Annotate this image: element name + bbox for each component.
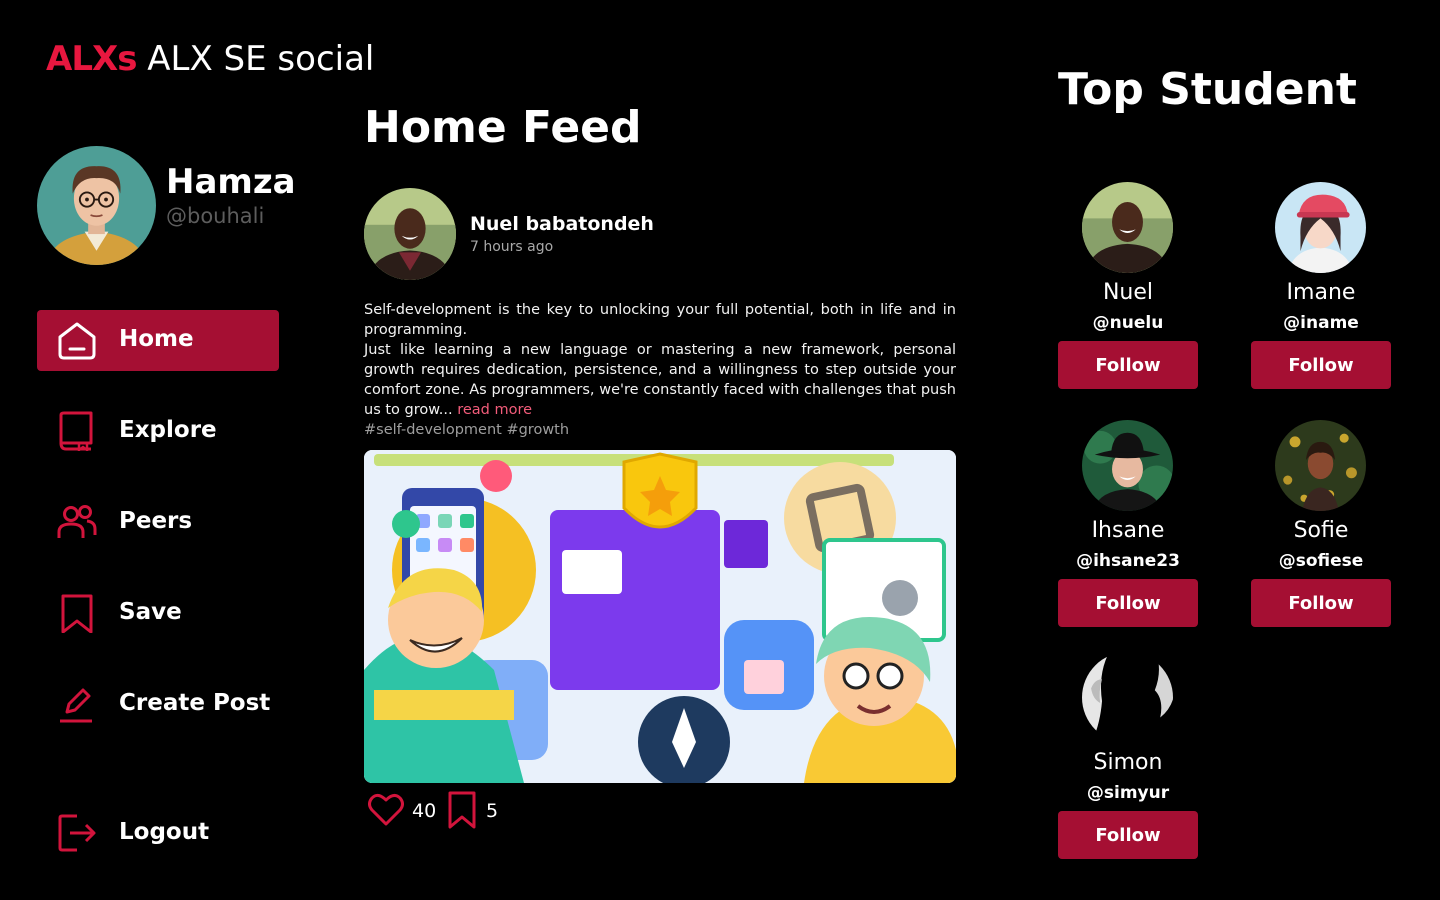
student-name: Imane (1286, 280, 1356, 305)
like-count: 40 (412, 800, 437, 822)
app-logo[interactable]: ALXs ALX SE social (46, 38, 374, 80)
profile-avatar (37, 146, 156, 265)
student-avatar[interactable] (1275, 182, 1366, 273)
app-name: ALX SE social (147, 39, 375, 79)
top-student-card: Ihsane @ihsane23 Follow (1058, 420, 1198, 630)
student-handle: @sofiese (1278, 551, 1364, 571)
nav-item-peers[interactable]: Peers (37, 492, 279, 553)
student-name: Simon (1093, 750, 1163, 775)
profile-handle: @bouhali (166, 204, 265, 228)
post-author-name[interactable]: Nuel babatondeh (470, 213, 654, 235)
nav-item-logout[interactable]: Logout (37, 803, 279, 864)
follow-button[interactable]: Follow (1251, 341, 1391, 389)
nav-item-explore[interactable]: Explore (37, 401, 279, 462)
logout-icon (58, 814, 96, 852)
student-handle: @nuelu (1092, 313, 1164, 333)
post-illustration[interactable] (364, 450, 956, 783)
post-paragraph-2: Just like learning a new language or mas… (364, 340, 956, 420)
post-body: Self-development is the key to unlocking… (364, 300, 956, 420)
nav-label-explore: Explore (119, 417, 217, 443)
feed-title: Home Feed (364, 102, 642, 153)
bookmark-icon (61, 594, 93, 633)
student-handle: @simyur (1086, 783, 1170, 803)
student-name: Sofie (1293, 518, 1349, 543)
book-icon (59, 411, 93, 451)
post-header: Nuel babatondeh 7 hours ago (364, 188, 764, 280)
student-avatar[interactable] (1275, 420, 1366, 511)
student-name: Ihsane (1091, 518, 1165, 543)
student-name: Nuel (1102, 280, 1154, 305)
heart-icon[interactable] (368, 792, 404, 828)
user-profile-card[interactable]: Hamza @bouhali (37, 146, 327, 266)
nav-item-save[interactable]: Save (37, 583, 279, 644)
edit-icon (60, 688, 92, 723)
logo-accent: ALXs (46, 39, 137, 79)
follow-button[interactable]: Follow (1058, 579, 1198, 627)
nav-label-home: Home (119, 326, 194, 352)
users-icon (57, 505, 97, 538)
follow-button[interactable]: Follow (1251, 579, 1391, 627)
save-count: 5 (486, 800, 499, 822)
post-paragraph-1: Self-development is the key to unlocking… (364, 302, 956, 338)
student-handle: @iname (1283, 313, 1359, 333)
post-author-avatar[interactable] (364, 188, 456, 280)
student-handle: @ihsane23 (1076, 551, 1180, 571)
top-student-card: Nuel @nuelu Follow (1058, 182, 1198, 392)
student-avatar[interactable] (1082, 652, 1173, 743)
nav-label-logout: Logout (119, 819, 210, 845)
post-timestamp: 7 hours ago (470, 239, 554, 255)
profile-name: Hamza (166, 162, 296, 202)
nav-item-create-post[interactable]: Create Post (37, 674, 279, 735)
read-more-link[interactable]: read more (457, 402, 532, 418)
home-icon (58, 322, 96, 360)
nav-label-peers: Peers (119, 508, 193, 534)
nav-label-save: Save (119, 599, 182, 625)
bookmark-icon[interactable] (446, 791, 478, 829)
nav-label-create-post: Create Post (119, 690, 271, 716)
follow-button[interactable]: Follow (1058, 341, 1198, 389)
follow-button[interactable]: Follow (1058, 811, 1198, 859)
post-actions: 40 5 (364, 790, 564, 832)
student-avatar[interactable] (1082, 182, 1173, 273)
nav-item-home[interactable]: Home (37, 310, 279, 371)
post-tags[interactable]: #self-development #growth (364, 420, 569, 440)
post-paragraph-2-text: Just like learning a new language or mas… (364, 342, 956, 418)
top-students-title: Top Student (1058, 64, 1357, 115)
top-student-card: Imane @iname Follow (1251, 182, 1391, 392)
top-student-card: Sofie @sofiese Follow (1251, 420, 1391, 630)
student-avatar[interactable] (1082, 420, 1173, 511)
top-student-card: Simon @simyur Follow (1058, 652, 1198, 862)
